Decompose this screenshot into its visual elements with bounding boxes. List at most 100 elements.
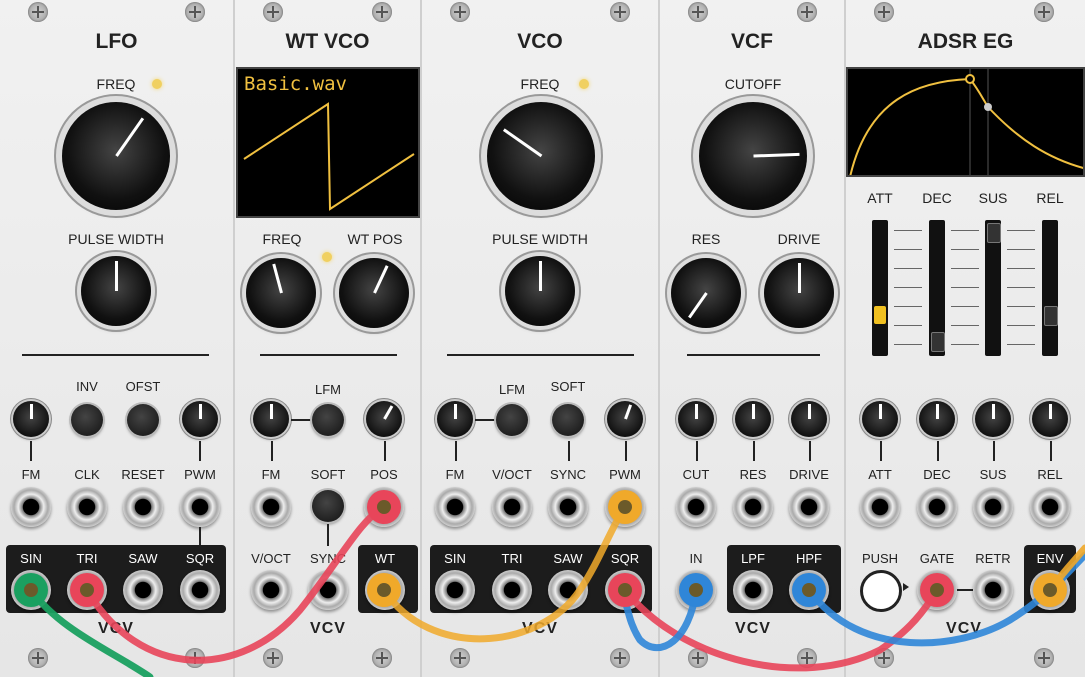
cut-input-label: CUT xyxy=(682,467,710,482)
cutoff-knob[interactable] xyxy=(699,102,807,210)
screw-icon xyxy=(610,648,630,668)
lpf-output-jack[interactable] xyxy=(733,570,773,610)
fm-attenuator-knob[interactable] xyxy=(253,401,289,437)
pos-attenuator-knob[interactable] xyxy=(366,401,402,437)
att-attenuator-knob[interactable] xyxy=(862,401,898,437)
red-plug[interactable] xyxy=(608,573,642,607)
dec-input-label: DEC xyxy=(923,467,951,482)
screw-icon xyxy=(185,648,205,668)
dec-input-jack[interactable] xyxy=(917,487,957,527)
fm-attenuator-knob[interactable] xyxy=(437,401,473,437)
sqr-output-jack[interactable] xyxy=(180,570,220,610)
cut-attenuator-knob[interactable] xyxy=(678,401,714,437)
brand-logo: VCV xyxy=(98,620,134,637)
tri-output-jack[interactable] xyxy=(492,570,532,610)
decay-slider[interactable] xyxy=(929,220,945,356)
red-plug[interactable] xyxy=(920,573,954,607)
pos-input-label: POS xyxy=(370,467,398,482)
res-knob[interactable] xyxy=(671,258,741,328)
voct-input-label: V/OCT xyxy=(251,551,291,566)
lfm-button[interactable] xyxy=(496,404,528,436)
pwm-attenuator-knob[interactable] xyxy=(607,401,643,437)
orange-plug[interactable] xyxy=(367,573,401,607)
blue-plug[interactable] xyxy=(792,573,826,607)
retr-input-jack[interactable] xyxy=(973,570,1013,610)
freq-knob[interactable] xyxy=(487,102,595,210)
clk-input-jack[interactable] xyxy=(67,487,107,527)
sin-output-label: SIN xyxy=(20,551,42,566)
orange-plug[interactable] xyxy=(1033,573,1067,607)
connector-line xyxy=(1050,441,1052,461)
fm-input-label: FM xyxy=(261,467,281,482)
orange-plug[interactable] xyxy=(608,490,642,524)
drive-knob[interactable] xyxy=(764,258,834,328)
fm-attenuator-knob[interactable] xyxy=(13,401,49,437)
attack-slider[interactable] xyxy=(872,220,888,356)
divider xyxy=(687,354,820,356)
wt-pos-knob[interactable] xyxy=(339,258,409,328)
module-title: VCF xyxy=(731,30,773,53)
sus-attenuator-knob[interactable] xyxy=(975,401,1011,437)
soft-button[interactable] xyxy=(552,404,584,436)
rel-attenuator-knob[interactable] xyxy=(1032,401,1068,437)
led-icon xyxy=(322,252,332,262)
drive-input-label: DRIVE xyxy=(789,467,829,482)
connector-line xyxy=(993,441,995,461)
pwm-input-jack[interactable] xyxy=(180,487,220,527)
att-slider-label: ATT xyxy=(867,190,893,206)
sin-output-jack[interactable] xyxy=(435,570,475,610)
sustain-slider[interactable] xyxy=(985,220,1001,356)
sus-input-jack[interactable] xyxy=(973,487,1013,527)
red-plug[interactable] xyxy=(70,573,104,607)
voct-input-jack[interactable] xyxy=(251,570,291,610)
lpf-output-label: LPF xyxy=(741,551,765,566)
fm-input-jack[interactable] xyxy=(11,487,51,527)
in-input-label: IN xyxy=(689,551,703,566)
connector-line xyxy=(199,527,201,545)
saw-output-jack[interactable] xyxy=(548,570,588,610)
connector-line xyxy=(327,524,329,546)
lfm-button[interactable] xyxy=(312,404,344,436)
rel-input-jack[interactable] xyxy=(1030,487,1070,527)
lfm-label: LFM xyxy=(315,382,341,397)
reset-input-label: RESET xyxy=(121,467,165,482)
att-input-jack[interactable] xyxy=(860,487,900,527)
fm-input-jack[interactable] xyxy=(251,487,291,527)
res-attenuator-knob[interactable] xyxy=(735,401,771,437)
red-plug[interactable] xyxy=(367,490,401,524)
dec-attenuator-knob[interactable] xyxy=(919,401,955,437)
ofst-button[interactable] xyxy=(127,404,159,436)
screw-icon xyxy=(1034,648,1054,668)
release-slider[interactable] xyxy=(1042,220,1058,356)
att-input-label: ATT xyxy=(868,467,892,482)
tri-output-label: TRI xyxy=(501,551,523,566)
green-plug[interactable] xyxy=(14,573,48,607)
sus-input-label: SUS xyxy=(979,467,1007,482)
drive-attenuator-knob[interactable] xyxy=(791,401,827,437)
saw-output-jack[interactable] xyxy=(123,570,163,610)
pulse-width-label: PULSE WIDTH xyxy=(68,231,164,247)
push-button[interactable] xyxy=(860,570,902,612)
sync-input-jack[interactable] xyxy=(548,487,588,527)
res-input-jack[interactable] xyxy=(733,487,773,527)
freq-knob[interactable] xyxy=(62,102,170,210)
screw-icon xyxy=(688,648,708,668)
screw-icon xyxy=(1034,2,1054,22)
drive-input-jack[interactable] xyxy=(789,487,829,527)
voct-input-jack[interactable] xyxy=(492,487,532,527)
output-panel: LPF HPF xyxy=(727,545,841,613)
fm-input-jack[interactable] xyxy=(435,487,475,527)
cut-input-jack[interactable] xyxy=(676,487,716,527)
soft-button[interactable] xyxy=(312,490,344,522)
pulse-width-knob[interactable] xyxy=(81,256,151,326)
inv-button[interactable] xyxy=(71,404,103,436)
screw-icon xyxy=(874,648,894,668)
gate-input-label: GATE xyxy=(919,551,955,566)
blue-plug[interactable] xyxy=(679,573,713,607)
freq-knob[interactable] xyxy=(246,258,316,328)
reset-input-jack[interactable] xyxy=(123,487,163,527)
fm-input-label: FM xyxy=(21,467,41,482)
pwm-attenuator-knob[interactable] xyxy=(182,401,218,437)
sync-input-jack[interactable] xyxy=(308,570,348,610)
pulse-width-knob[interactable] xyxy=(505,256,575,326)
